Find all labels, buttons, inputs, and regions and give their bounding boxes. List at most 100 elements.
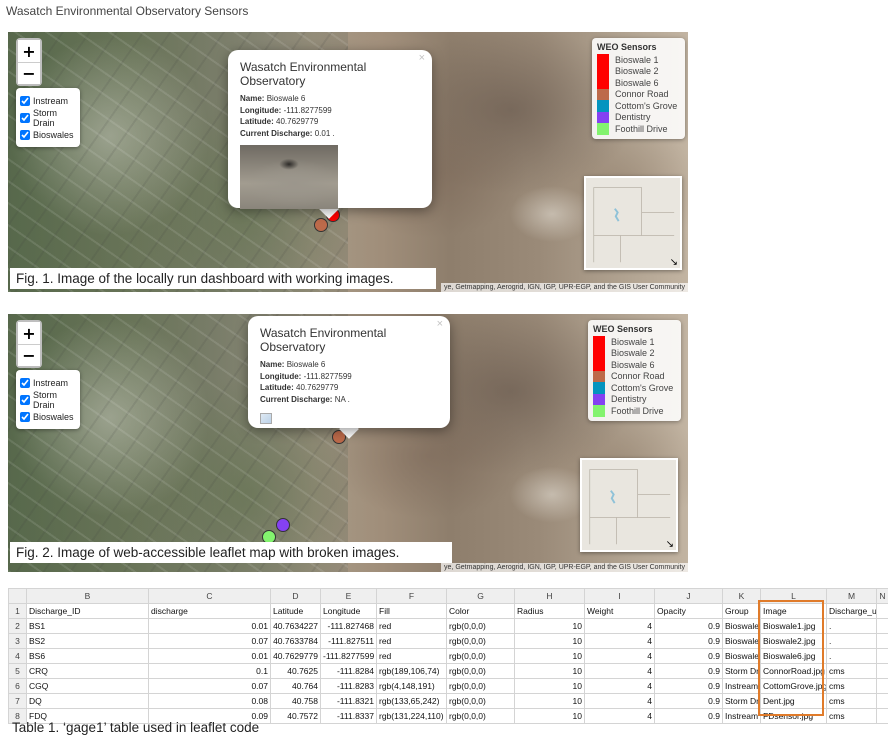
- table-cell[interactable]: 0.9: [654, 618, 723, 634]
- row-number[interactable]: 4: [8, 648, 27, 664]
- sensor-marker-dentistry[interactable]: [276, 518, 290, 532]
- table-cell[interactable]: 4: [584, 648, 655, 664]
- table-cell[interactable]: .: [826, 633, 877, 649]
- table-cell[interactable]: Bioswale2.jpg: [760, 633, 827, 649]
- column-letter[interactable]: K: [722, 588, 761, 604]
- column-letter[interactable]: J: [654, 588, 723, 604]
- table-cell[interactable]: cms: [826, 693, 877, 709]
- column-letter[interactable]: M: [826, 588, 877, 604]
- table-cell[interactable]: rgb(0,0,0): [446, 678, 515, 694]
- empty-cell[interactable]: [876, 603, 888, 619]
- header-cell[interactable]: Group: [722, 603, 761, 619]
- header-cell[interactable]: discharge: [148, 603, 271, 619]
- column-letter[interactable]: N: [876, 588, 888, 604]
- table-cell[interactable]: -111.8321: [320, 693, 377, 709]
- row-number[interactable]: 1: [8, 603, 27, 619]
- table-cell[interactable]: cms: [826, 678, 877, 694]
- table-cell[interactable]: cms: [826, 663, 877, 679]
- table-cell[interactable]: BS1: [26, 618, 149, 634]
- table-cell[interactable]: CGQ: [26, 678, 149, 694]
- row-number[interactable]: 2: [8, 618, 27, 634]
- column-letter[interactable]: L: [760, 588, 827, 604]
- sensor-marker-connor-road[interactable]: [314, 218, 328, 232]
- empty-cell[interactable]: [876, 618, 888, 634]
- layer-instream[interactable]: Instream: [20, 374, 76, 391]
- table-cell[interactable]: 0.9: [654, 708, 723, 724]
- table-cell[interactable]: CRQ: [26, 663, 149, 679]
- table-cell[interactable]: Bioswales: [722, 633, 761, 649]
- table-cell[interactable]: 40.7625: [270, 663, 321, 679]
- column-letter[interactable]: F: [376, 588, 447, 604]
- zoom-out-button[interactable]: −: [18, 62, 40, 84]
- table-cell[interactable]: 10: [514, 648, 585, 664]
- table-cell[interactable]: BS6: [26, 648, 149, 664]
- table-cell[interactable]: ConnorRoad.jpg: [760, 663, 827, 679]
- table-cell[interactable]: 4: [584, 678, 655, 694]
- table-cell[interactable]: 0.07: [148, 678, 271, 694]
- table-cell[interactable]: .: [826, 618, 877, 634]
- table-cell[interactable]: Instream: [722, 708, 761, 724]
- table-cell[interactable]: 4: [584, 708, 655, 724]
- row-number[interactable]: 7: [8, 693, 27, 709]
- table-cell[interactable]: 10: [514, 663, 585, 679]
- table-cell[interactable]: red: [376, 633, 447, 649]
- minimap[interactable]: ↘: [584, 176, 682, 270]
- table-cell[interactable]: rgb(0,0,0): [446, 663, 515, 679]
- layer-storm-drain[interactable]: Storm Drain: [20, 390, 76, 410]
- table-cell[interactable]: Bioswale1.jpg: [760, 618, 827, 634]
- table-cell[interactable]: 0.08: [148, 693, 271, 709]
- table-cell[interactable]: rgb(189,106,74): [376, 663, 447, 679]
- table-cell[interactable]: 40.7634227: [270, 618, 321, 634]
- table-cell[interactable]: rgb(0,0,0): [446, 648, 515, 664]
- minimap[interactable]: ↘: [580, 458, 678, 552]
- table-cell[interactable]: -111.8284: [320, 663, 377, 679]
- empty-cell[interactable]: [876, 708, 888, 724]
- table-cell[interactable]: 40.758: [270, 693, 321, 709]
- empty-cell[interactable]: [876, 678, 888, 694]
- map-panel-fig2[interactable]: + − Instream Storm Drain Bioswales × Was…: [8, 314, 688, 572]
- layer-storm-drain-checkbox[interactable]: [20, 394, 30, 405]
- row-number[interactable]: 5: [8, 663, 27, 679]
- layer-storm-drain[interactable]: Storm Drain: [20, 108, 76, 128]
- layer-storm-drain-checkbox[interactable]: [20, 112, 30, 123]
- layer-bioswales[interactable]: Bioswales: [20, 126, 76, 143]
- column-letter[interactable]: I: [584, 588, 655, 604]
- header-cell[interactable]: Weight: [584, 603, 655, 619]
- table-cell[interactable]: -111.8277599: [320, 648, 377, 664]
- table-cell[interactable]: rgb(131,224,110): [376, 708, 447, 724]
- header-cell[interactable]: Image: [760, 603, 827, 619]
- table-cell[interactable]: DQ: [26, 693, 149, 709]
- header-cell[interactable]: Discharge_ID: [26, 603, 149, 619]
- row-number[interactable]: 3: [8, 633, 27, 649]
- table-cell[interactable]: Dent.jpg: [760, 693, 827, 709]
- layer-instream-checkbox[interactable]: [20, 95, 30, 106]
- zoom-out-button[interactable]: −: [18, 344, 40, 366]
- empty-cell[interactable]: [876, 663, 888, 679]
- table-cell[interactable]: 4: [584, 663, 655, 679]
- table-cell[interactable]: 4: [584, 693, 655, 709]
- layer-bioswales-checkbox[interactable]: [20, 129, 30, 140]
- table-cell[interactable]: 10: [514, 708, 585, 724]
- column-letter[interactable]: E: [320, 588, 377, 604]
- table-cell[interactable]: 0.9: [654, 648, 723, 664]
- layer-bioswales[interactable]: Bioswales: [20, 408, 76, 425]
- table-cell[interactable]: 4: [584, 618, 655, 634]
- table-cell[interactable]: 4: [584, 633, 655, 649]
- column-letter[interactable]: C: [148, 588, 271, 604]
- table-cell[interactable]: -111.827468: [320, 618, 377, 634]
- table-cell[interactable]: cms: [826, 708, 877, 724]
- layer-instream-checkbox[interactable]: [20, 377, 30, 388]
- table-cell[interactable]: rgb(0,0,0): [446, 708, 515, 724]
- table-cell[interactable]: Bioswales: [722, 648, 761, 664]
- table-cell[interactable]: Instream: [722, 678, 761, 694]
- table-cell[interactable]: 0.01: [148, 618, 271, 634]
- table-cell[interactable]: red: [376, 618, 447, 634]
- empty-cell[interactable]: [876, 648, 888, 664]
- column-letter[interactable]: B: [26, 588, 149, 604]
- table-cell[interactable]: BS2: [26, 633, 149, 649]
- header-cell[interactable]: Longitude: [320, 603, 377, 619]
- empty-cell[interactable]: [876, 693, 888, 709]
- header-cell[interactable]: Opacity: [654, 603, 723, 619]
- corner-cell[interactable]: [8, 588, 27, 604]
- row-number[interactable]: 6: [8, 678, 27, 694]
